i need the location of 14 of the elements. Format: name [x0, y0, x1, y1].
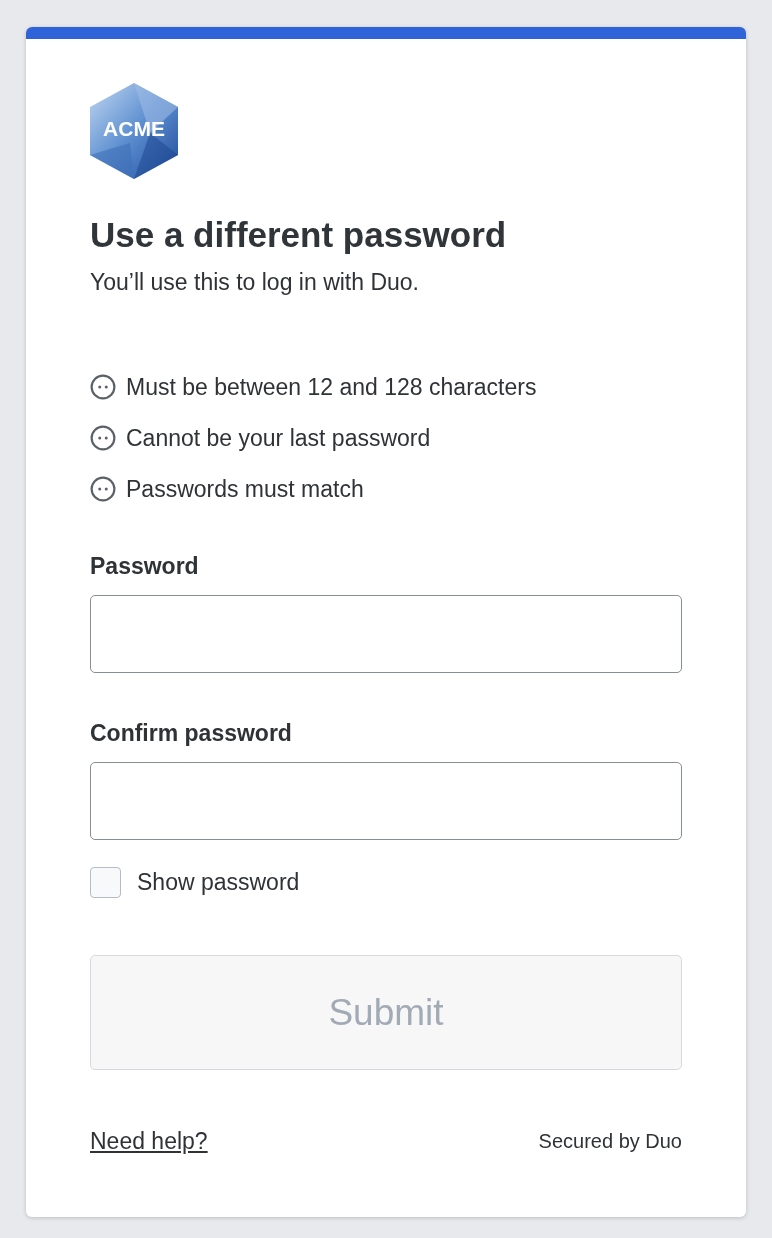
password-field[interactable]: [90, 762, 682, 840]
field-label: Password: [90, 552, 200, 581]
subtitle-text: You’ll use this to log in with Duo.: [90, 268, 420, 297]
requirement-text: Cannot be your last password: [126, 424, 431, 452]
show-password-checkbox[interactable]: [90, 867, 121, 898]
secured-by-text: Secured by Duo: [538, 1130, 682, 1153]
checkbox-label: Show password: [137, 869, 300, 896]
help-link[interactable]: Need help?: [90, 1128, 208, 1155]
field-label: Confirm password: [90, 719, 293, 748]
logo: ACME: [90, 83, 178, 179]
requirement-text: Passwords must match: [126, 475, 364, 503]
page-title: Use a different password: [90, 215, 508, 255]
password-field[interactable]: [90, 595, 682, 673]
requirement-text: Must be between 12 and 128 characters: [126, 373, 537, 401]
